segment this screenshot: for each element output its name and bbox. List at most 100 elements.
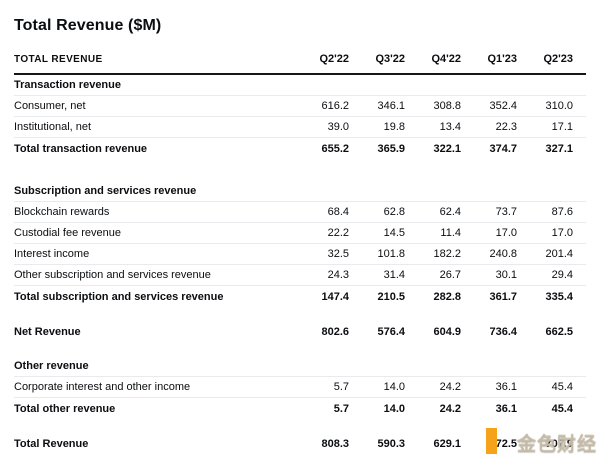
cell-value: 374.7	[461, 143, 517, 155]
cell-value: 346.1	[349, 100, 405, 112]
cell-value: 808.3	[293, 438, 349, 450]
cell-value: 14.0	[349, 403, 405, 415]
table-header-row: TOTAL REVENUE Q2'22Q3'22Q4'22Q1'23Q2'23	[14, 53, 586, 75]
row-label: Corporate interest and other income	[14, 381, 293, 393]
table-row: Blockchain rewards68.462.862.473.787.6	[14, 202, 586, 223]
cell-value: 14.0	[349, 381, 405, 393]
section-header-row: Other revenue	[14, 356, 586, 377]
page-title: Total Revenue ($M)	[14, 17, 586, 35]
table-row: Corporate interest and other income5.714…	[14, 377, 586, 398]
cell-value: 26.7	[405, 269, 461, 281]
cell-value: 361.7	[461, 291, 517, 303]
row-label: Total subscription and services revenue	[14, 291, 293, 303]
cell-value: 45.4	[517, 403, 573, 415]
row-label: Transaction revenue	[14, 79, 573, 91]
cell-value: 29.4	[517, 269, 573, 281]
revenue-report-page: Total Revenue ($M) TOTAL REVENUE Q2'22Q3…	[0, 0, 600, 454]
cell-value: 322.1	[405, 143, 461, 155]
cell-value: 101.8	[349, 248, 405, 260]
cell-value: 17.0	[461, 227, 517, 239]
cell-value: 19.8	[349, 121, 405, 133]
cell-value: 772.5	[461, 438, 517, 450]
cell-value: 36.1	[461, 403, 517, 415]
cell-value: 62.8	[349, 206, 405, 218]
row-label: Subscription and services revenue	[14, 185, 573, 197]
table-row: Institutional, net39.019.813.422.317.1	[14, 117, 586, 138]
cell-value: 17.0	[517, 227, 573, 239]
cell-value: 308.8	[405, 100, 461, 112]
table-row: Total other revenue5.714.024.236.145.4	[14, 398, 586, 419]
cell-value: 182.2	[405, 248, 461, 260]
table-header-label: TOTAL REVENUE	[14, 54, 293, 65]
cell-value: 73.7	[461, 206, 517, 218]
cell-value: 802.6	[293, 326, 349, 338]
revenue-table: TOTAL REVENUE Q2'22Q3'22Q4'22Q1'23Q2'23 …	[14, 53, 586, 454]
cell-value: 335.4	[517, 291, 573, 303]
cell-value: 36.1	[461, 381, 517, 393]
column-header-4: Q1'23	[461, 53, 517, 65]
column-header-3: Q4'22	[405, 53, 461, 65]
cell-value: 604.9	[405, 326, 461, 338]
table-spacer	[14, 342, 586, 356]
cell-value: 662.5	[517, 326, 573, 338]
cell-value: 87.6	[517, 206, 573, 218]
cell-value: 576.4	[349, 326, 405, 338]
table-row: Total transaction revenue655.2365.9322.1…	[14, 138, 586, 159]
cell-value: 629.1	[405, 438, 461, 450]
table-spacer	[14, 307, 586, 321]
table-row: Consumer, net616.2346.1308.8352.4310.0	[14, 96, 586, 117]
row-label: Total transaction revenue	[14, 143, 293, 155]
cell-value: 24.2	[405, 381, 461, 393]
cell-value: 5.7	[293, 381, 349, 393]
table-row: Total subscription and services revenue1…	[14, 286, 586, 307]
cell-value: 365.9	[349, 143, 405, 155]
cell-value: 327.1	[517, 143, 573, 155]
cell-value: 616.2	[293, 100, 349, 112]
cell-value: 147.4	[293, 291, 349, 303]
cell-value: 352.4	[461, 100, 517, 112]
row-label: Institutional, net	[14, 121, 293, 133]
row-label: Total other revenue	[14, 403, 293, 415]
section-header-row: Subscription and services revenue	[14, 181, 586, 202]
column-header-5: Q2'23	[517, 53, 573, 65]
table-row: Other subscription and services revenue2…	[14, 265, 586, 286]
row-label: Consumer, net	[14, 100, 293, 112]
cell-value: 22.3	[461, 121, 517, 133]
cell-value: 17.1	[517, 121, 573, 133]
cell-value: 30.1	[461, 269, 517, 281]
cell-value: 24.2	[405, 403, 461, 415]
cell-value: 32.5	[293, 248, 349, 260]
section-header-row: Transaction revenue	[14, 75, 586, 96]
cell-value: 31.4	[349, 269, 405, 281]
cell-value: 62.4	[405, 206, 461, 218]
cell-value: 736.4	[461, 326, 517, 338]
cell-value: 24.3	[293, 269, 349, 281]
table-spacer	[14, 419, 586, 433]
cell-value: 210.5	[349, 291, 405, 303]
cell-value: 39.0	[293, 121, 349, 133]
cell-value: 45.4	[517, 381, 573, 393]
cell-value: 590.3	[349, 438, 405, 450]
table-row: Interest income32.5101.8182.2240.8201.4	[14, 244, 586, 265]
column-header-1: Q2'22	[293, 53, 349, 65]
revenue-table-body: Transaction revenue Consumer, net616.2346…	[14, 75, 586, 454]
cell-value: 707.9	[517, 438, 573, 450]
cell-value: 11.4	[405, 227, 461, 239]
cell-value: 13.4	[405, 121, 461, 133]
row-label: Custodial fee revenue	[14, 227, 293, 239]
row-label: Total Revenue	[14, 438, 293, 450]
table-spacer	[14, 159, 586, 181]
table-row: Custodial fee revenue22.214.511.417.017.…	[14, 223, 586, 244]
cell-value: 5.7	[293, 403, 349, 415]
column-header-2: Q3'22	[349, 53, 405, 65]
row-label: Other subscription and services revenue	[14, 269, 293, 281]
cell-value: 655.2	[293, 143, 349, 155]
cell-value: 22.2	[293, 227, 349, 239]
row-label: Other revenue	[14, 360, 573, 372]
table-row: Net Revenue802.6576.4604.9736.4662.5	[14, 321, 586, 342]
row-label: Interest income	[14, 248, 293, 260]
table-row: Total Revenue808.3590.3629.1772.5707.9	[14, 433, 586, 454]
cell-value: 68.4	[293, 206, 349, 218]
cell-value: 14.5	[349, 227, 405, 239]
row-label: Blockchain rewards	[14, 206, 293, 218]
